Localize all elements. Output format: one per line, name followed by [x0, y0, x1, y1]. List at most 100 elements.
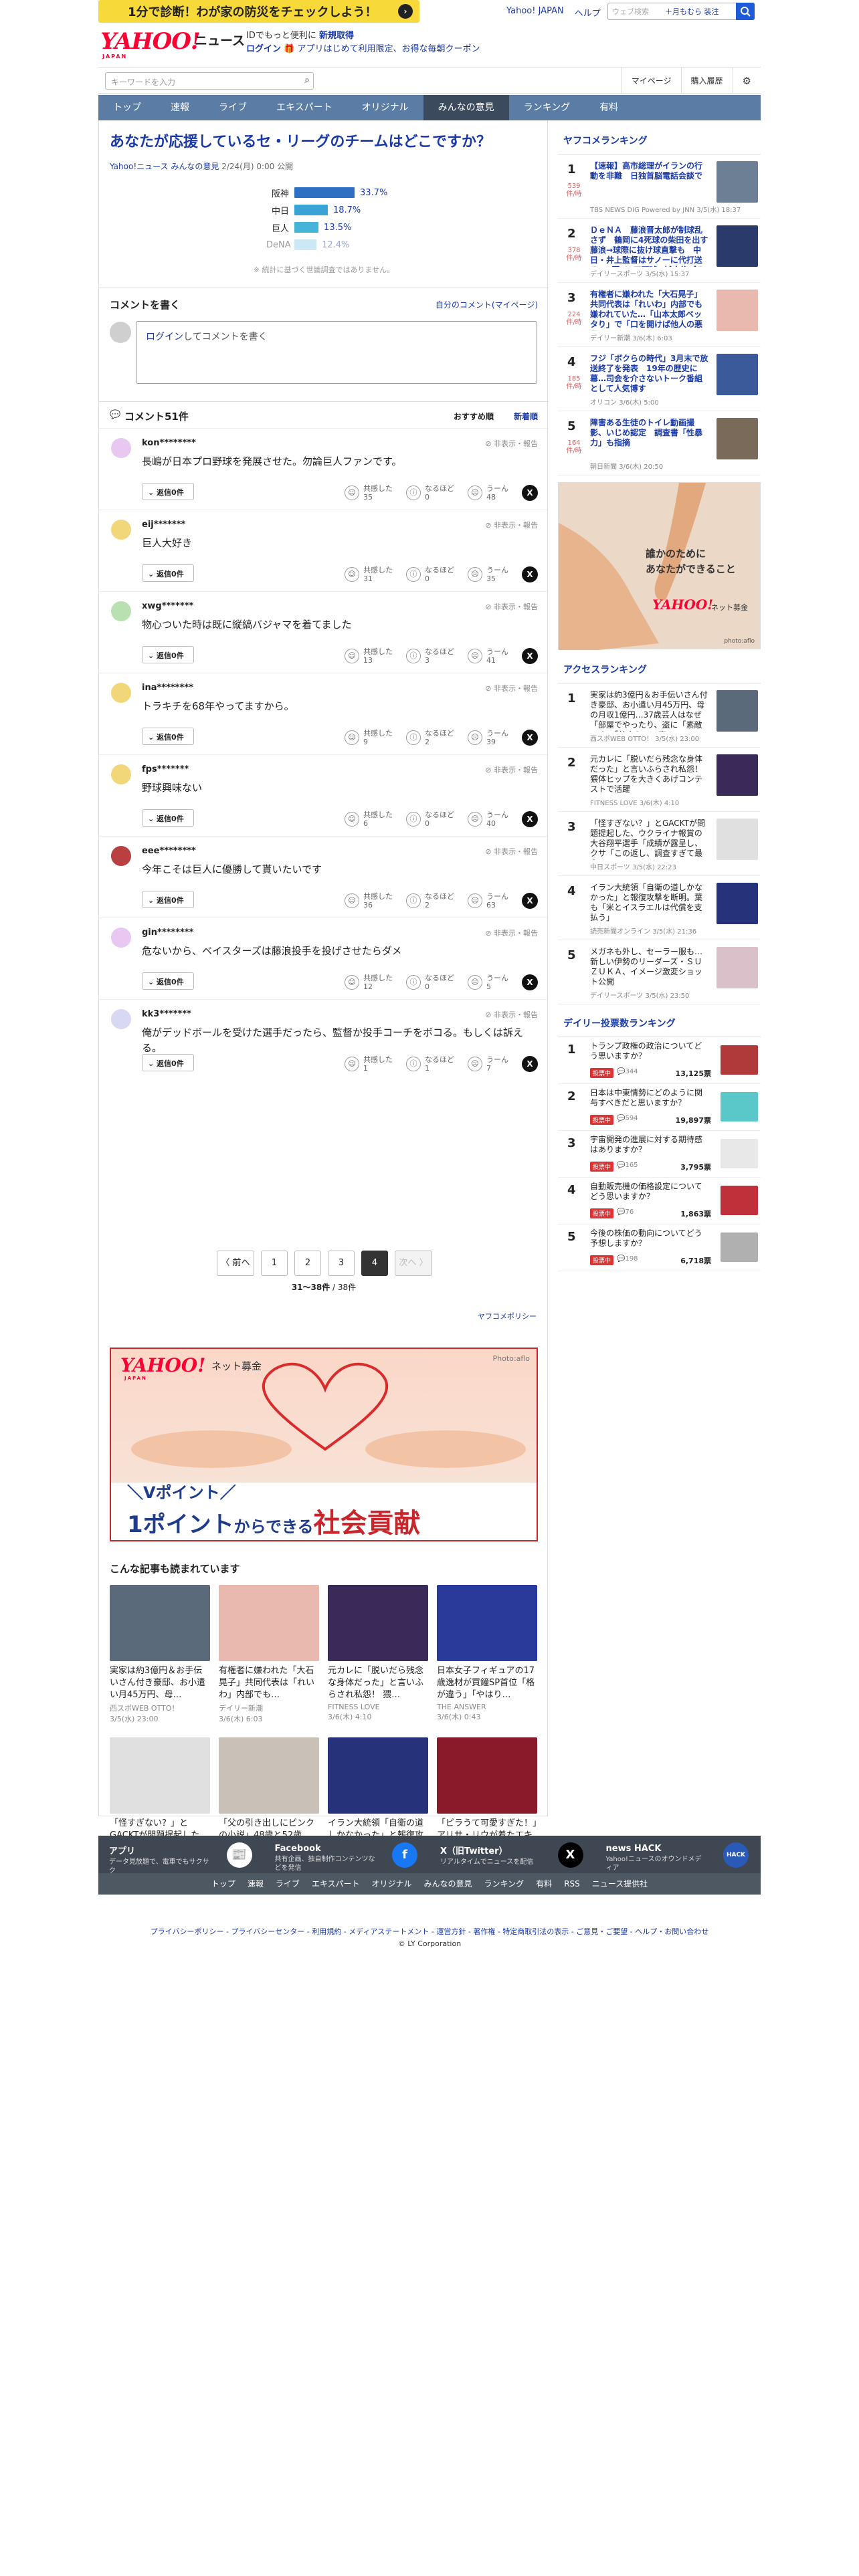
think-button[interactable]: ☹ うーん 7 — [468, 1055, 508, 1073]
hmm-button[interactable]: ⓘ なるほど 3 — [406, 647, 454, 665]
rank-thumbnail[interactable] — [721, 1139, 758, 1168]
article-thumbnail[interactable] — [110, 1585, 210, 1661]
footer-col[interactable]: アプリ データ見放題で、電車でもサクサク 📰 — [98, 1836, 264, 1874]
page-1-button[interactable]: 1 — [261, 1251, 288, 1276]
page-2-button[interactable]: 2 — [294, 1251, 321, 1276]
think-button[interactable]: ☹ うーん 35 — [468, 566, 508, 583]
agree-button[interactable]: ☺ 共感した 1 — [345, 1055, 393, 1073]
ranking-item[interactable]: 1 539 件/時 【速報】高市総理がイランの行動を非難 日独首脳電話会談で TBS N… — [558, 154, 761, 219]
reply-button[interactable]: ⌄ 返信0件 — [142, 728, 194, 745]
think-button[interactable]: ☹ うーん 63 — [468, 892, 508, 909]
avatar[interactable] — [111, 520, 131, 540]
comment-user[interactable]: xwg******* — [142, 601, 193, 611]
yahcom-ranking-header[interactable]: ヤフコメランキング — [558, 127, 761, 154]
app-promo-text[interactable]: アプリはじめて利用限定、お得な毎朝クーポン — [297, 44, 480, 54]
ranking-item[interactable]: 2 元カレに「脱いだら残念な身体だった」と言いふらされ私怨！ 猥体ヒップを大きくあ… — [558, 748, 761, 812]
article-thumbnail[interactable] — [110, 1737, 210, 1814]
comment-user[interactable]: kon******** — [142, 438, 196, 448]
signup-link[interactable]: 新規取得 — [319, 31, 354, 41]
vote-ranking-header[interactable]: デイリー投票数ランキング — [558, 1010, 761, 1037]
ranking-item[interactable]: 3 「怪すぎない？」とGACKTが問題提起した、ウクライナ報賞の大谷翔平選手「成績… — [558, 812, 761, 876]
ranking-item[interactable]: 4 イラン大統領「自衛の道しかなかった」と報復攻撃を断明。葉も「米とイスラエルは代… — [558, 876, 761, 940]
ranking-item[interactable]: 3 宇宙開発の進展に対する期待感はありますか？ 投票中 💬165 3,795票 — [558, 1131, 761, 1178]
avatar[interactable] — [111, 846, 131, 866]
agree-button[interactable]: ☺ 共感した 12 — [345, 974, 393, 991]
footer-nav-item[interactable]: 速報 — [248, 1873, 264, 1895]
ranking-item[interactable]: 1 トランプ政権の政治についてどう思いますか？ 投票中 💬344 13,125票 — [558, 1037, 761, 1084]
ranking-item[interactable]: 5 今後の株価の動向についてどう予想しますか？ 投票中 💬198 6,718票 — [558, 1224, 761, 1271]
ranking-item[interactable]: 2 378 件/時 ＤｅＮＡ 藤浪晋太郎が制球乱さず 鶴岡に4死球の柴田を出す藤浪→球… — [558, 219, 761, 283]
comment-login-link[interactable]: ログイン — [146, 332, 183, 342]
x-share-icon[interactable]: X — [522, 648, 538, 664]
x-share-icon[interactable]: X — [522, 566, 538, 582]
x-share-icon[interactable]: X — [522, 730, 538, 746]
hmm-button[interactable]: ⓘ なるほど 1 — [406, 1055, 454, 1073]
report-link[interactable]: ⊘ 非表示・報告 — [485, 928, 538, 938]
news-app-icon[interactable]: 📰 — [226, 1842, 252, 1868]
article-thumbnail[interactable] — [328, 1585, 428, 1661]
article-thumbnail[interactable] — [219, 1585, 319, 1661]
access-ranking-header[interactable]: アクセスランキング — [558, 656, 761, 683]
avatar[interactable] — [111, 928, 131, 948]
donation-ad-banner[interactable]: YAHOO! JAPAN ネット募金 Photo:aflo ＼Vポイント／ 1ポ… — [110, 1348, 538, 1541]
footer-col[interactable]: news HACK Yahoo!ニュースのオウンドメディア HACK — [595, 1836, 761, 1873]
rank-thumbnail[interactable] — [717, 290, 758, 331]
help-link[interactable]: ヘルプ — [575, 6, 601, 19]
report-link[interactable]: ⊘ 非表示・報告 — [485, 1009, 538, 1020]
report-link[interactable]: ⊘ 非表示・報告 — [485, 846, 538, 857]
footer-col[interactable]: X（旧Twitter） リアルタイムでニュースを配信 X — [430, 1836, 595, 1873]
avatar[interactable] — [111, 764, 131, 784]
hmm-button[interactable]: ⓘ なるほど 0 — [406, 484, 454, 502]
ranking-item[interactable]: 4 自動販売機の価格設定についてどう思いますか？ 投票中 💬76 1,863票 — [558, 1178, 761, 1224]
avatar[interactable] — [111, 438, 131, 458]
think-button[interactable]: ☹ うーん 41 — [468, 647, 508, 665]
facebook-icon[interactable]: f — [392, 1842, 417, 1868]
sort-newest[interactable]: 新着順 — [514, 411, 538, 422]
nav-item-breaking[interactable]: 速報 — [156, 95, 204, 120]
top-promo-banner[interactable]: 1分で診断！わが家の防災をチェックしよう！ › — [98, 0, 419, 23]
agree-button[interactable]: ☺ 共感した 13 — [345, 647, 393, 665]
ranking-item[interactable]: 5 164 件/時 障害ある生徒のトイレ動画撮影、いじめ認定 調査書「性暴力」も指摘朝… — [558, 411, 761, 475]
agree-button[interactable]: ☺ 共感した 36 — [345, 892, 393, 909]
gear-icon[interactable]: ⚙ — [732, 68, 761, 93]
nav-item-opinion[interactable]: みんなの意見 — [423, 95, 509, 120]
rank-thumbnail[interactable] — [717, 225, 758, 267]
section-name[interactable]: ニュース — [195, 31, 245, 49]
ranking-item[interactable]: 4 185 件/時 フジ「ボクらの時代」3月末で放送終了を発表 19年の歴史に幕…司会… — [558, 347, 761, 411]
nav-item-original[interactable]: オリジナル — [347, 95, 423, 120]
rank-thumbnail[interactable] — [717, 161, 758, 203]
rank-thumbnail[interactable] — [717, 819, 758, 860]
agree-button[interactable]: ☺ 共感した 6 — [345, 811, 393, 828]
footer-nav-item[interactable]: 有料 — [536, 1873, 552, 1895]
ranking-item[interactable]: 2 日本は中東情勢にどのように関与すべきだと思いますか？ 投票中 💬594 19,897… — [558, 1084, 761, 1131]
footer-nav-item[interactable]: トップ — [211, 1873, 235, 1895]
ranking-item[interactable]: 5 メガネも外し、セーラー服も…新しい伊勢のリーダーズ・ＳＵＺＵＫＡ、イメージ激変… — [558, 940, 761, 1004]
search-icon[interactable]: ⌕ — [304, 75, 310, 86]
hmm-button[interactable]: ⓘ なるほど 2 — [406, 892, 454, 909]
history-button[interactable]: 購入履歴 — [680, 68, 733, 93]
think-button[interactable]: ☹ うーん 48 — [468, 484, 508, 502]
page-4-button[interactable]: 4 — [361, 1251, 388, 1276]
comment-user[interactable]: eij******* — [142, 520, 185, 530]
policy-link[interactable]: ヤフコメポリシー — [478, 1311, 537, 1321]
rank-thumbnail[interactable] — [721, 1045, 758, 1075]
x-share-icon[interactable]: X — [522, 974, 538, 990]
search-button[interactable] — [736, 3, 755, 20]
x-share-icon[interactable]: X — [522, 893, 538, 909]
rank-thumbnail[interactable] — [717, 947, 758, 988]
think-button[interactable]: ☹ うーん 39 — [468, 729, 508, 746]
agree-button[interactable]: ☺ 共感した 31 — [345, 566, 393, 583]
rank-thumbnail[interactable] — [717, 883, 758, 924]
reply-button[interactable]: ⌄ 返信0件 — [142, 564, 194, 582]
footer-nav-item[interactable]: みんなの意見 — [424, 1873, 472, 1895]
footer-nav-item[interactable]: ライブ — [276, 1873, 300, 1895]
footer-nav-item[interactable]: ニュース提供社 — [592, 1873, 648, 1895]
comment-user[interactable]: eee******** — [142, 846, 196, 856]
rank-thumbnail[interactable] — [717, 418, 758, 459]
agree-button[interactable]: ☺ 共感した 35 — [345, 484, 393, 502]
comment-user[interactable]: ina******** — [142, 683, 193, 693]
comment-user[interactable]: gin******** — [142, 928, 193, 938]
footer-nav-item[interactable]: ランキング — [484, 1873, 524, 1895]
related-article[interactable]: 元カレに「脱いだら残念な身体だった」と言いふらされ私怨！ 猥… FITNESS L… — [328, 1585, 428, 1724]
x-share-icon[interactable]: X — [522, 485, 538, 501]
